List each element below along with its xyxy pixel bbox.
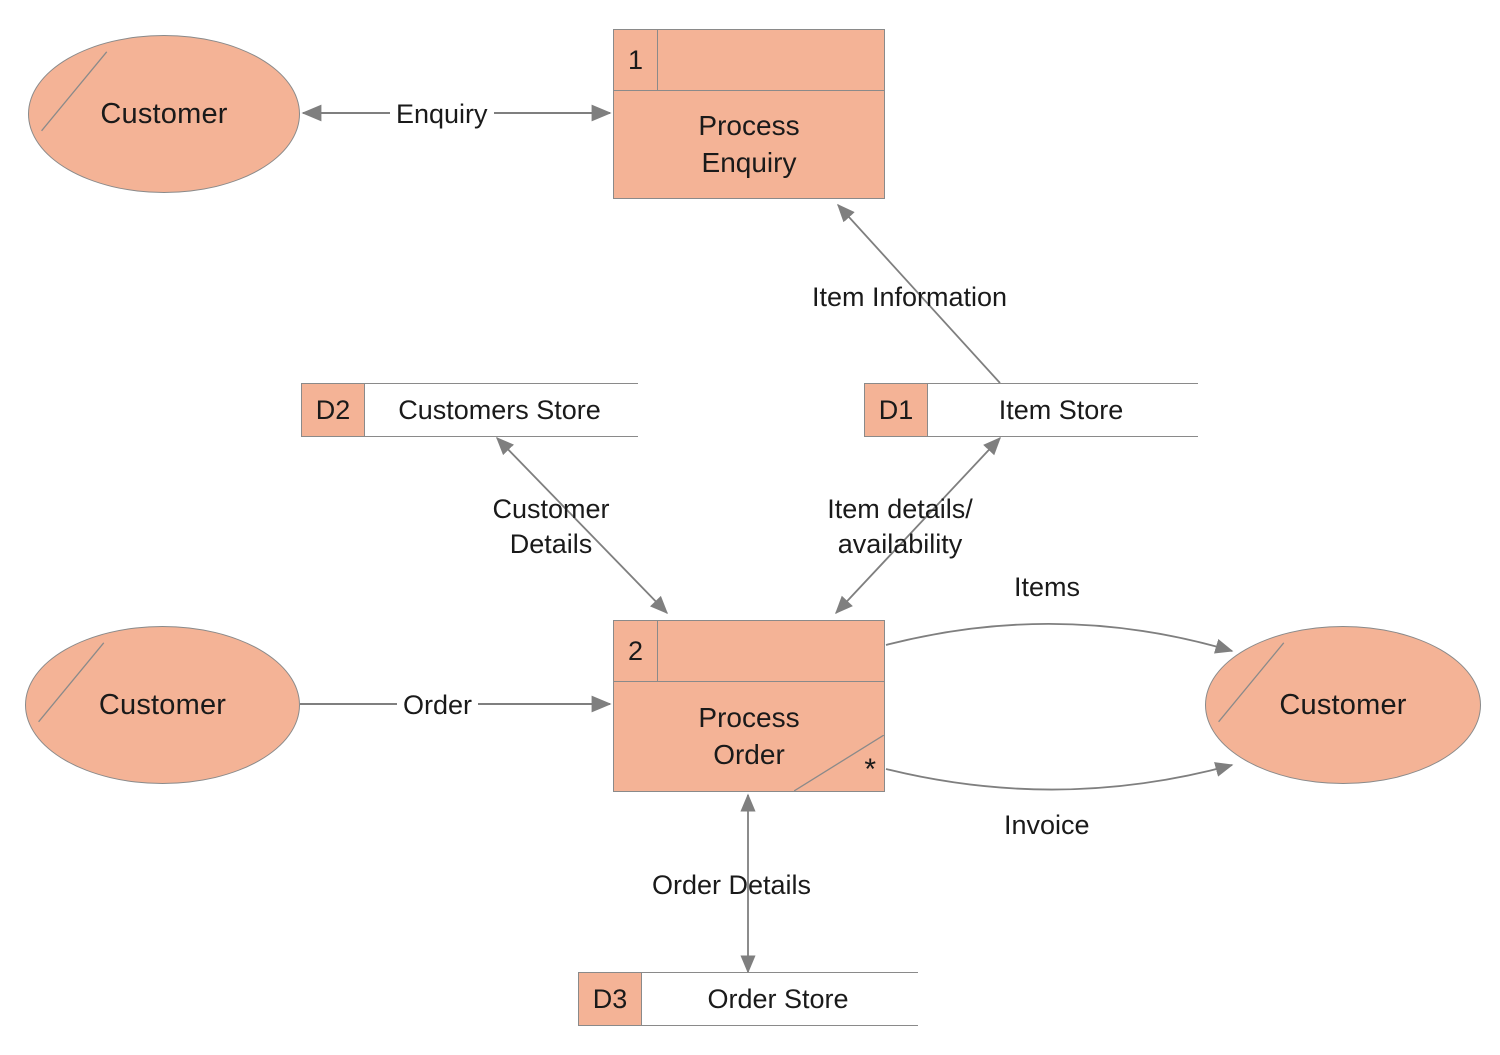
- process-header-blank: [658, 30, 884, 90]
- process-body: Process Enquiry: [614, 91, 884, 198]
- flow-label-line1: Item details/: [827, 494, 973, 524]
- process-name-line2: Order: [713, 738, 785, 770]
- process-duplicate-marker: *: [864, 753, 876, 786]
- flow-label-item-information: Item Information: [812, 282, 1008, 312]
- external-entity-customer-right[interactable]: Customer: [1205, 626, 1481, 784]
- flow-label-line2: availability: [837, 528, 963, 559]
- flow-label-invoice: Invoice: [1004, 810, 1090, 840]
- data-store-name: Item Store: [998, 394, 1124, 425]
- data-store-order-store[interactable]: D3 Order Store: [578, 972, 918, 1026]
- external-entity-customer-top[interactable]: Customer: [28, 35, 300, 193]
- flow-label-line1: Customer: [492, 494, 610, 524]
- process-name: Process Enquiry: [698, 108, 799, 182]
- data-store-item-store[interactable]: D1 Item Store: [864, 383, 1198, 437]
- process-name: Process Order: [698, 700, 799, 774]
- flow-label-order: Order: [397, 688, 479, 723]
- process-number: 1: [614, 30, 658, 90]
- external-entity-label: Customer: [98, 688, 227, 721]
- process-name-line1: Process: [698, 109, 800, 141]
- data-store-code: D1: [864, 384, 928, 436]
- data-store-name: Customers Store: [398, 394, 601, 425]
- external-entity-label: Customer: [100, 97, 228, 130]
- process-header: 2: [614, 621, 884, 682]
- process-body: Process Order *: [614, 682, 884, 791]
- flow-line-items: [885, 623, 1234, 654]
- flow-label-line2: Details: [509, 528, 593, 559]
- process-header-blank: [658, 621, 884, 681]
- flow-label-customer-details: Customer Details: [480, 492, 622, 561]
- flow-label-items: Items: [1014, 572, 1081, 602]
- flow-line-invoice: [885, 762, 1234, 791]
- data-store-customers-store[interactable]: D2 Customers Store: [301, 383, 638, 437]
- external-entity-customer-left[interactable]: Customer: [25, 626, 300, 784]
- data-store-name: Order Store: [707, 983, 849, 1014]
- diagram-canvas: Customer Customer Customer 1 Process Enqu…: [0, 0, 1500, 1055]
- data-store-code: D3: [578, 973, 642, 1025]
- process-header: 1: [614, 30, 884, 91]
- flow-label-enquiry: Enquiry: [390, 97, 494, 132]
- process-name-line2: Enquiry: [701, 146, 797, 178]
- flow-label-order-details: Order Details: [652, 870, 812, 900]
- process-box-process-enquiry[interactable]: 1 Process Enquiry: [613, 29, 885, 199]
- process-number: 2: [614, 621, 658, 681]
- data-store-code: D2: [301, 384, 365, 436]
- process-box-process-order[interactable]: 2 Process Order *: [613, 620, 885, 792]
- flow-label-item-details-availability: Item details/availability: [810, 492, 990, 561]
- process-name-line1: Process: [698, 701, 800, 733]
- external-entity-label: Customer: [1279, 688, 1407, 721]
